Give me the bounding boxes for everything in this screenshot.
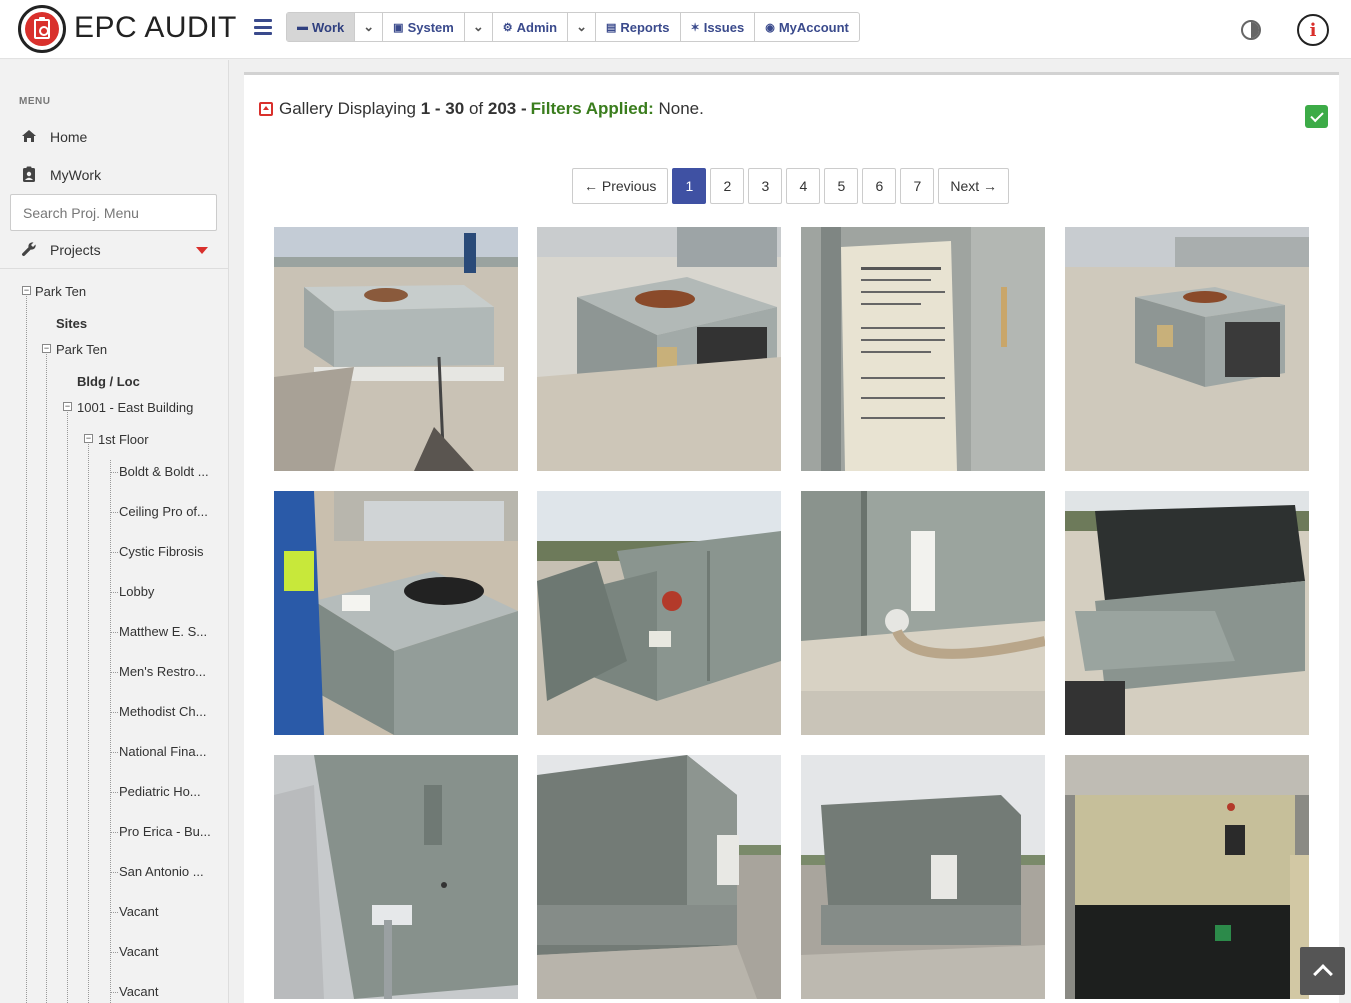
nav-system-dropdown-caret[interactable]: ⌄ <box>465 13 493 41</box>
page-1-button[interactable]: 1 <box>672 168 707 204</box>
tree-node-room[interactable]: Pro Erica - Bu... <box>119 824 211 839</box>
gallery-photo-indoor-air-handler[interactable] <box>1065 755 1309 999</box>
main-nav: ▬ Work ⌄ ▣ System ⌄ ⚙ Admin ⌄ ▤ Reports ✶ Iss… <box>286 12 860 42</box>
tree-node-room[interactable]: Men's Restro... <box>119 664 206 679</box>
lock-icon: ▣ <box>393 21 404 34</box>
hamburger-menu-icon[interactable] <box>254 19 272 35</box>
gallery-header: Gallery Displaying 1 - 30 of 203 - Filte… <box>259 99 704 119</box>
collapse-toggle-icon[interactable]: − <box>63 402 72 411</box>
tree-node-room[interactable]: Lobby <box>119 584 154 599</box>
copy-icon: ▤ <box>605 21 617 34</box>
gallery-photo-rooftop-unit[interactable] <box>274 227 518 471</box>
nav-admin-button[interactable]: ⚙ Admin <box>493 13 569 41</box>
tree-label-sites: Sites <box>56 316 88 331</box>
gallery-photo-technician-inspecting-unit[interactable] <box>274 491 518 735</box>
tree-node-building[interactable]: 1001 - East Building <box>77 400 193 415</box>
tree-node-room[interactable]: Vacant <box>119 904 159 919</box>
gears-icon: ⚙ <box>502 21 513 34</box>
gallery-photo-large-rooftop-unit[interactable] <box>801 755 1045 999</box>
tree-node-park-ten[interactable]: Park Ten <box>35 284 86 299</box>
bug-icon: ✶ <box>690 21 700 34</box>
gallery-photo-rooftop-unit[interactable] <box>537 227 781 471</box>
nav-myaccount-button[interactable]: ◉ MyAccount <box>755 13 859 41</box>
folder-icon: ▬ <box>297 21 308 33</box>
gallery-photo-unit-side-closeup[interactable] <box>274 755 518 999</box>
tree-node-room[interactable]: Vacant <box>119 944 159 959</box>
nav-work-button[interactable]: ▬ Work <box>287 13 356 41</box>
project-tree: − Park Ten Sites − Park Ten Bldg / Loc −… <box>0 60 228 1003</box>
collapse-toggle-icon[interactable]: − <box>84 434 93 443</box>
nav-issues-button[interactable]: ✶ Issues <box>681 13 756 41</box>
epc-audit-logo-icon[interactable] <box>18 5 66 53</box>
tree-node-room[interactable]: Pediatric Ho... <box>119 784 201 799</box>
filters-applied-value: None. <box>658 99 704 118</box>
collapse-panel-icon[interactable] <box>259 102 273 116</box>
previous-page-button[interactable]: ← Previous <box>572 168 669 204</box>
next-page-button[interactable]: Next → <box>938 168 1010 204</box>
pagination: ← Previous 1 2 3 4 5 6 7 Next → <box>572 168 1010 204</box>
tree-node-room[interactable]: Ceiling Pro of... <box>119 504 208 519</box>
sidebar: MENU Home MyWork Projects − Park Ten Sit… <box>0 60 229 1003</box>
tree-node-room[interactable]: National Fina... <box>119 744 206 759</box>
page-7-button[interactable]: 7 <box>900 168 935 204</box>
tree-node-room[interactable]: Vacant <box>119 984 159 999</box>
scroll-to-top-button[interactable] <box>1300 947 1345 995</box>
tree-node-room[interactable]: Cystic Fibrosis <box>119 544 204 559</box>
user-circle-icon: ◉ <box>765 21 775 34</box>
page-6-button[interactable]: 6 <box>862 168 897 204</box>
nav-reports-button[interactable]: ▤ Reports <box>596 13 681 41</box>
tree-node-room[interactable]: Boldt & Boldt ... <box>119 464 209 479</box>
info-icon[interactable]: i <box>1297 14 1329 46</box>
tree-node-room[interactable]: San Antonio ... <box>119 864 204 879</box>
gallery-photo-large-rooftop-unit[interactable] <box>537 755 781 999</box>
tree-node-room[interactable]: Matthew E. S... <box>119 624 207 639</box>
nav-system-button[interactable]: ▣ System <box>383 13 465 41</box>
tree-label-bldg-loc: Bldg / Loc <box>77 374 140 389</box>
tree-node-site-park-ten[interactable]: Park Ten <box>56 342 107 357</box>
gallery-photo-rooftop-unit[interactable] <box>1065 227 1309 471</box>
page-4-button[interactable]: 4 <box>786 168 821 204</box>
gallery-panel: Gallery Displaying 1 - 30 of 203 - Filte… <box>244 72 1339 1003</box>
page-5-button[interactable]: 5 <box>824 168 859 204</box>
page-2-button[interactable]: 2 <box>710 168 745 204</box>
gallery-photo-nameplate[interactable] <box>801 227 1045 471</box>
collapse-toggle-icon[interactable]: − <box>22 286 31 295</box>
brand-title[interactable]: EPC AUDIT <box>74 11 237 45</box>
filters-applied-label: Filters Applied: <box>530 99 654 118</box>
tree-node-room[interactable]: Methodist Ch... <box>119 704 206 719</box>
nav-work-dropdown-caret[interactable]: ⌄ <box>355 13 384 41</box>
gallery-photo-unit-panel-closeup[interactable] <box>801 491 1045 735</box>
gallery-photo-rooftop-unit[interactable] <box>1065 491 1309 735</box>
tree-node-floor[interactable]: 1st Floor <box>98 432 149 447</box>
gallery-photo-trane-rooftop-unit[interactable] <box>537 491 781 735</box>
page-3-button[interactable]: 3 <box>748 168 783 204</box>
collapse-toggle-icon[interactable]: − <box>42 344 51 353</box>
select-all-checkbox-icon[interactable] <box>1305 105 1328 128</box>
theme-toggle-icon[interactable] <box>1241 20 1261 40</box>
nav-admin-dropdown-caret[interactable]: ⌄ <box>568 13 596 41</box>
top-navbar: EPC AUDIT ▬ Work ⌄ ▣ System ⌄ ⚙ Admin ⌄ ▤ Re… <box>0 0 1351 59</box>
